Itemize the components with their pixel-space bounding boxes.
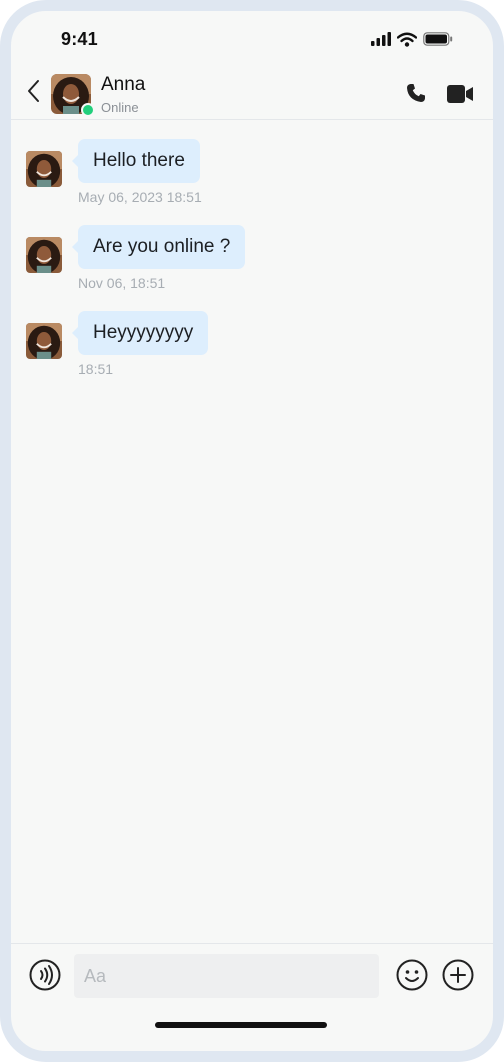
- phone-call-icon[interactable]: [404, 81, 428, 105]
- online-status-dot: [81, 103, 95, 117]
- composer-bar: Aa: [11, 943, 493, 1012]
- contact-name: Anna: [101, 74, 146, 95]
- voice-input-icon[interactable]: [29, 959, 61, 991]
- status-time: 9:41: [61, 29, 98, 49]
- message-bubble[interactable]: Heyyyyyyyy: [71, 311, 209, 355]
- message-timestamp: May 06, 2023 18:51: [78, 189, 202, 205]
- sender-avatar[interactable]: [26, 237, 62, 273]
- back-chevron-icon[interactable]: [25, 78, 43, 104]
- video-call-icon[interactable]: [446, 83, 474, 105]
- message-input[interactable]: Aa: [74, 954, 379, 998]
- message-timestamp: 18:51: [78, 361, 114, 377]
- phone-frame: 9:41 Anna Online Hello there May 06, 202…: [0, 0, 504, 1062]
- contact-status: Online: [101, 100, 139, 115]
- wifi-icon: [397, 32, 417, 47]
- battery-icon: [423, 32, 453, 46]
- sender-avatar[interactable]: [26, 323, 62, 359]
- sender-avatar[interactable]: [26, 151, 62, 187]
- chat-header: Anna Online: [11, 66, 493, 120]
- cellular-signal-icon: [371, 32, 391, 46]
- emoji-icon[interactable]: [396, 959, 428, 991]
- message-bubble[interactable]: Are you online ?: [71, 225, 246, 269]
- message-bubble[interactable]: Hello there: [72, 139, 200, 183]
- message-input-placeholder: Aa: [84, 966, 107, 986]
- message-timestamp: Nov 06, 18:51: [78, 275, 166, 291]
- home-indicator[interactable]: [155, 1022, 327, 1028]
- add-attachment-icon[interactable]: [442, 959, 474, 991]
- status-icons: [371, 31, 453, 47]
- status-bar: 9:41: [11, 11, 493, 66]
